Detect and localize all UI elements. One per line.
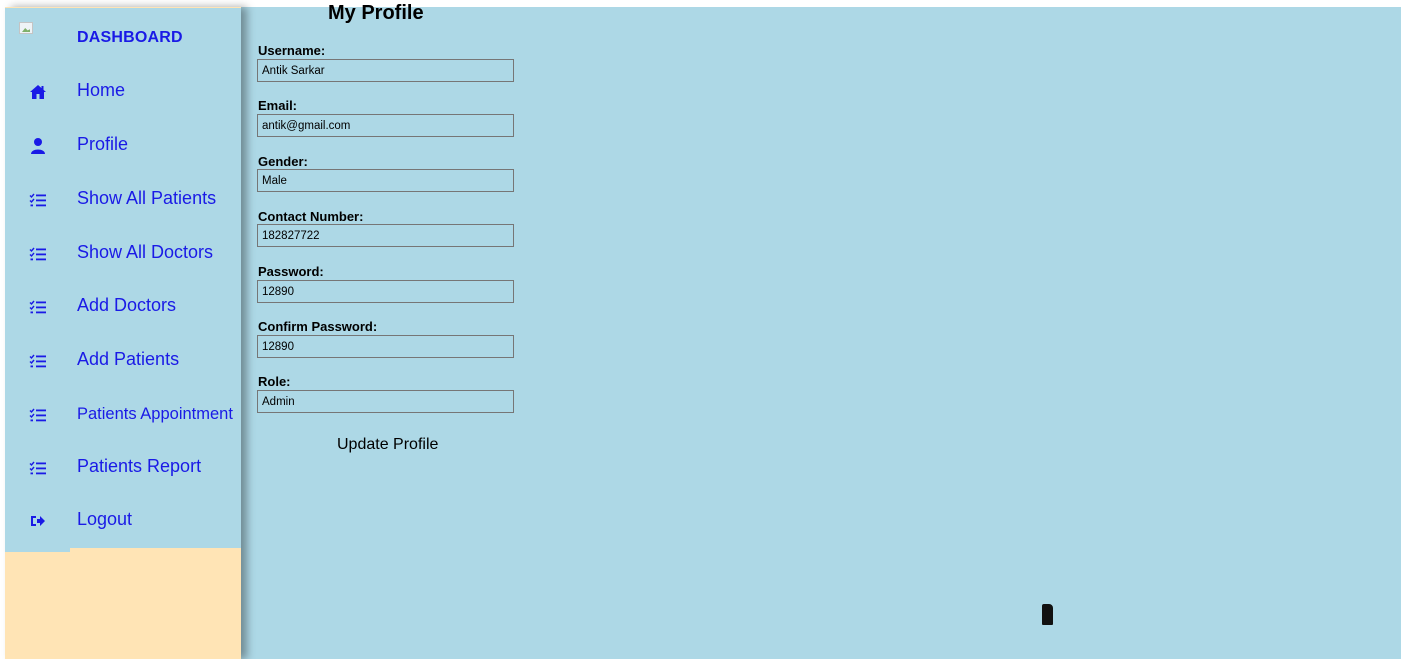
password-field[interactable]: [257, 280, 514, 303]
list-check-icon: [29, 298, 47, 316]
contact-number-field[interactable]: [257, 224, 514, 247]
sidebar-menu-tail: [5, 548, 70, 552]
email-field[interactable]: [257, 114, 514, 137]
sidebar-item-patients-report[interactable]: Patients Report: [5, 450, 241, 490]
sidebar-item-label: Show All Patients: [77, 188, 217, 208]
dashboard-title[interactable]: DASHBOARD: [77, 29, 183, 47]
confirm-password-label: Confirm Password:: [258, 319, 378, 334]
page-title: My Profile: [328, 2, 424, 24]
confirm-password-field[interactable]: [257, 335, 514, 358]
home-icon: [29, 83, 47, 101]
gender-label: Gender:: [258, 154, 308, 169]
role-label: Role:: [258, 374, 291, 389]
sidebar-item-label: Show All Doctors: [77, 242, 214, 262]
sidebar-item-label: Logout: [77, 509, 133, 529]
sidebar-item-label: Home: [77, 80, 126, 100]
sidebar-item-home[interactable]: Home: [5, 74, 241, 114]
sidebar-menu: DASHBOARD Home Profile Show All Patients…: [5, 8, 241, 548]
brand: DASHBOARD: [5, 8, 241, 64]
sidebar-item-add-patients[interactable]: Add Patients: [5, 343, 241, 383]
gender-field[interactable]: [257, 169, 514, 192]
sidebar-item-add-doctors[interactable]: Add Doctors: [5, 289, 241, 329]
role-field[interactable]: [257, 390, 514, 413]
username-label: Username:: [258, 43, 326, 58]
list-check-icon: [29, 459, 47, 477]
update-profile-button[interactable]: Update Profile: [337, 436, 438, 454]
password-label: Password:: [258, 264, 324, 279]
sidebar-item-label: Patients Appointment: [77, 405, 233, 423]
sidebar-item-patients-appointment[interactable]: Patients Appointment: [5, 397, 241, 437]
list-check-icon: [29, 245, 47, 263]
sidebar-item-label: Profile: [77, 134, 129, 154]
mouse-cursor-artifact: [1042, 604, 1053, 625]
list-check-icon: [29, 352, 47, 370]
username-field[interactable]: [257, 59, 514, 82]
sidebar-item-show-all-doctors[interactable]: Show All Doctors: [5, 236, 241, 276]
sign-out-icon: [29, 512, 47, 530]
sidebar-item-label: Add Patients: [77, 349, 180, 369]
email-label: Email:: [258, 98, 298, 113]
sidebar-item-label: Add Doctors: [77, 295, 177, 315]
sidebar-item-label: Patients Report: [77, 456, 202, 476]
user-icon: [29, 137, 47, 155]
sidebar-item-show-all-patients[interactable]: Show All Patients: [5, 182, 241, 222]
sidebar-item-logout[interactable]: Logout: [5, 503, 241, 543]
contact-number-label: Contact Number:: [258, 209, 364, 224]
list-check-icon: [29, 191, 47, 209]
sidebar-item-profile[interactable]: Profile: [5, 128, 241, 168]
logo-broken-image-icon: [19, 22, 37, 38]
list-check-icon: [29, 406, 47, 424]
